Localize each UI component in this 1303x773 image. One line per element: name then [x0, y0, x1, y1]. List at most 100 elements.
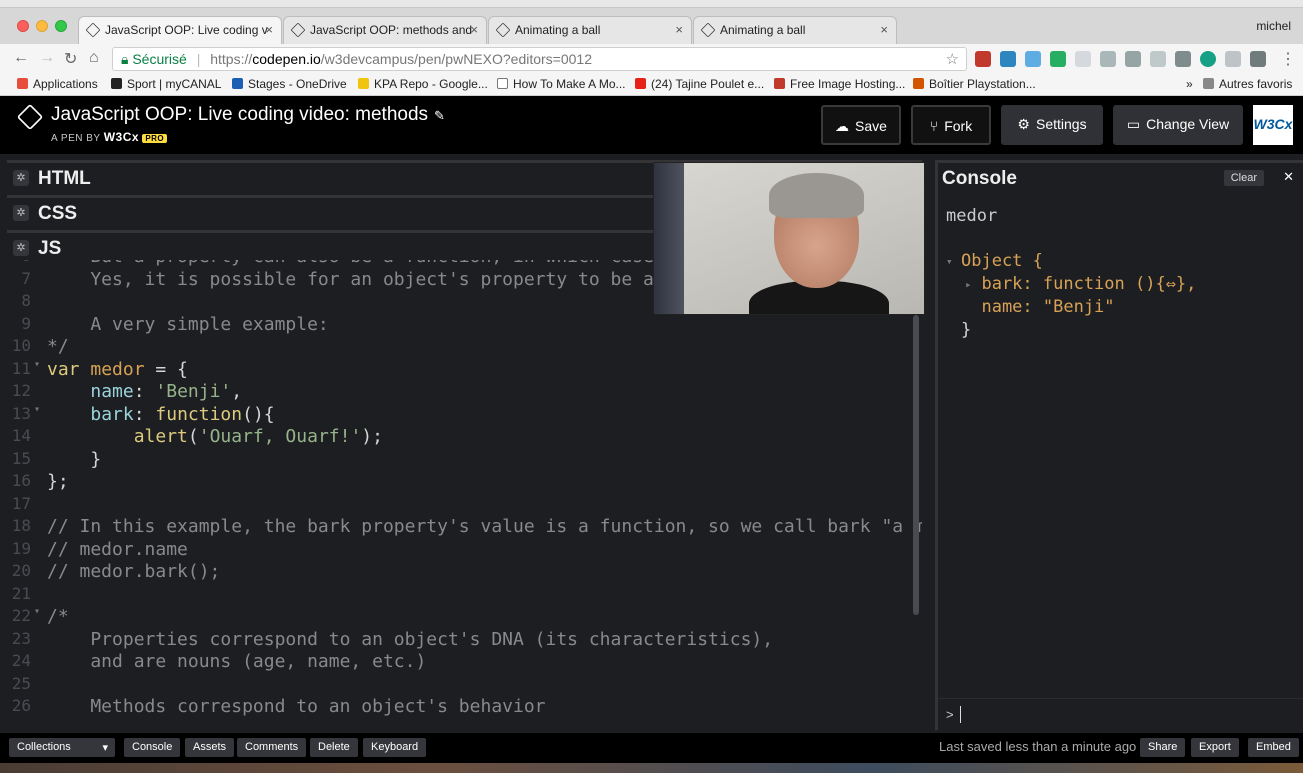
codepen-logo-icon[interactable] — [16, 103, 44, 131]
collections-label: Collections — [17, 741, 71, 753]
zoom-window-button[interactable] — [55, 20, 67, 32]
embed-button[interactable]: Embed — [1248, 738, 1299, 757]
close-icon[interactable]: × — [470, 22, 478, 37]
collections-dropdown[interactable]: Collections ▾ — [9, 738, 115, 757]
fold-arrow-icon[interactable]: ▾ — [34, 606, 40, 617]
console-button[interactable]: Console — [124, 738, 181, 757]
settings-button[interactable]: ⚙ Settings — [1001, 105, 1103, 145]
extension-icon[interactable] — [1050, 51, 1066, 67]
extension-icon[interactable] — [1125, 51, 1141, 67]
extension-icon[interactable] — [1200, 51, 1216, 67]
keyboard-button[interactable]: Keyboard — [363, 738, 427, 757]
browser-tab[interactable]: Animating a ball × — [693, 16, 897, 44]
extension-icon[interactable] — [1100, 51, 1116, 67]
bookmark-item[interactable]: Stages - OneDrive — [232, 77, 347, 91]
share-button[interactable]: Share — [1140, 738, 1186, 757]
profile-name[interactable]: michel — [1256, 19, 1291, 33]
reload-button[interactable]: ↻ — [64, 49, 77, 69]
pen-title[interactable]: JavaScript OOP: Live coding video: metho… — [51, 104, 445, 126]
gear-icon[interactable]: ✲ — [13, 205, 29, 221]
page-icon — [497, 78, 508, 89]
forward-button[interactable]: → — [39, 49, 55, 67]
extension-icon[interactable] — [975, 51, 991, 67]
code-text: // medor.bark(); — [47, 561, 220, 582]
collapse-arrow-icon[interactable]: ▸ — [965, 278, 972, 291]
code-token: 'Ouarf, Ouarf!' — [198, 426, 362, 447]
gear-icon[interactable]: ✲ — [13, 170, 29, 186]
fold-arrow-icon[interactable]: ▾ — [34, 404, 40, 415]
fork-button[interactable]: ⑂ Fork — [911, 105, 991, 145]
code-text: // medor.name — [47, 539, 188, 560]
other-bookmarks-folder[interactable]: Autres favoris — [1203, 77, 1292, 91]
url-field[interactable]: 🔒︎ Sécurisé | https://codepen.io/w3devca… — [112, 47, 967, 71]
minimize-window-button[interactable] — [36, 20, 48, 32]
browser-tab[interactable]: Animating a ball × — [488, 16, 692, 44]
settings-label: Settings — [1035, 116, 1087, 132]
line-number: 10 — [11, 336, 31, 355]
code-text: name: 'Benji', — [47, 381, 242, 402]
bookmark-item[interactable]: Boîtier Playstation... — [913, 77, 1036, 91]
expand-arrow-icon[interactable]: ▾ — [946, 255, 953, 268]
browser-menu-icon[interactable]: ⋮ — [1280, 49, 1296, 69]
bookmark-item[interactable]: (24) Tajine Poulet e... — [635, 77, 764, 91]
close-window-button[interactable] — [17, 20, 29, 32]
cast-icon[interactable] — [1175, 51, 1191, 67]
secure-label: Sécurisé — [132, 51, 187, 67]
playstation-icon — [913, 78, 924, 89]
code-text: But a property can also be a function, i… — [47, 260, 719, 267]
assets-button[interactable]: Assets — [185, 738, 235, 757]
console-output-line: name: "Benji" — [961, 297, 1114, 317]
lock-icon: 🔒︎ — [121, 51, 129, 67]
editor-scrollbar[interactable] — [913, 315, 919, 615]
js-code-editor[interactable]: 6 But a property can also be a function,… — [7, 260, 922, 730]
code-text: Properties correspond to an object's DNA… — [47, 629, 773, 650]
save-button[interactable]: ☁ Save — [821, 105, 901, 145]
console-output-line[interactable]: ▾ Object { — [946, 251, 1043, 271]
export-button[interactable]: Export — [1191, 738, 1239, 757]
back-button[interactable]: ← — [13, 49, 29, 67]
delete-button[interactable]: Delete — [310, 738, 358, 757]
bookmark-item[interactable]: Applications — [17, 77, 98, 91]
gear-icon[interactable]: ✲ — [13, 240, 29, 256]
extension-icon[interactable] — [1250, 51, 1266, 67]
home-button[interactable]: ⌂ — [89, 49, 99, 67]
bookmark-star-icon[interactable]: ☆ — [946, 50, 959, 68]
line-number: 19 — [11, 538, 31, 558]
close-icon[interactable]: ✕ — [1283, 169, 1294, 185]
extension-icon[interactable] — [1225, 51, 1241, 67]
close-icon[interactable]: × — [675, 22, 683, 37]
code-token: and are nouns (age, name, etc.) — [47, 651, 427, 672]
close-icon[interactable]: × — [880, 22, 888, 37]
extension-icon[interactable] — [1000, 51, 1016, 67]
browser-tab[interactable]: JavaScript OOP: methods and × — [283, 16, 487, 44]
line-number: 22 — [11, 606, 31, 625]
extension-icon[interactable] — [1025, 51, 1041, 67]
line-number: 11 — [11, 358, 31, 378]
bookmark-item[interactable]: Sport | myCANAL — [111, 77, 221, 91]
bookmark-item[interactable]: How To Make A Mo... — [497, 77, 626, 91]
browser-tab[interactable]: JavaScript OOP: Live coding v × — [78, 16, 282, 44]
code-token: , — [231, 381, 243, 402]
comments-button[interactable]: Comments — [237, 738, 307, 757]
code-token: // medor.bark(); — [47, 561, 221, 582]
code-text: and are nouns (age, name, etc.) — [47, 651, 426, 672]
change-view-button[interactable]: ▭ Change View — [1113, 105, 1243, 145]
extension-icon[interactable] — [1150, 51, 1166, 67]
more-bookmarks-button[interactable]: » — [1186, 77, 1193, 91]
bookmark-item[interactable]: Free Image Hosting... — [774, 77, 905, 91]
console-header: Console Clear ✕ — [938, 160, 1303, 193]
fold-arrow-icon[interactable]: ▾ — [34, 359, 40, 370]
console-output-text: medor — [946, 206, 998, 226]
clear-console-button[interactable]: Clear — [1223, 170, 1264, 186]
close-icon[interactable]: × — [265, 22, 273, 37]
code-token: /* — [47, 606, 69, 627]
pencil-icon[interactable]: ✎ — [434, 108, 445, 123]
extension-icon[interactable] — [1075, 51, 1091, 67]
code-token: Properties correspond to an object's DNA… — [47, 628, 774, 650]
byline-author[interactable]: W3Cx — [104, 130, 139, 144]
console-input[interactable]: > — [938, 698, 1303, 730]
url-host: codepen.io — [252, 51, 321, 67]
bookmark-item[interactable]: KPA Repo - Google... — [358, 77, 488, 91]
console-output-line[interactable]: ▸ bark: function (){⇔}, — [961, 274, 1196, 294]
w3cx-avatar[interactable]: W3Cx — [1253, 105, 1293, 145]
